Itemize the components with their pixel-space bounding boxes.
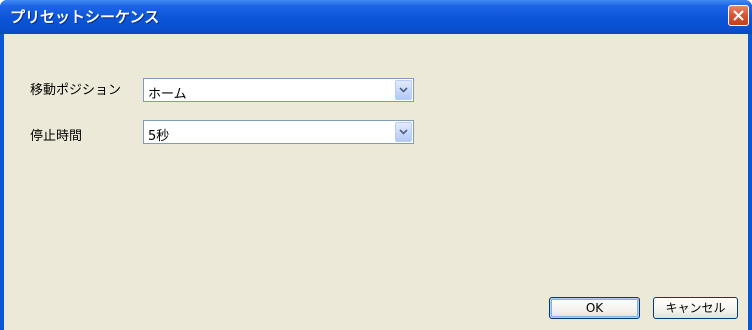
dwell-time-select[interactable]: 5秒 — [143, 120, 414, 144]
position-select-value: ホーム — [148, 87, 187, 102]
chevron-down-icon — [399, 129, 408, 135]
cancel-button[interactable]: キャンセル — [653, 297, 738, 319]
position-dropdown-button[interactable] — [395, 80, 412, 100]
dialog-body: 移動ポジション ホーム 停止時間 5秒 OK キャンセル — [4, 34, 748, 330]
dwell-time-dropdown-button[interactable] — [395, 122, 412, 142]
window-title: プリセットシーケンス — [10, 8, 160, 26]
chevron-down-icon — [399, 87, 408, 93]
dwell-time-label: 停止時間 — [30, 129, 83, 144]
dialog-window: プリセットシーケンス 移動ポジション ホーム 停止時間 5秒 OK キャンセル — [0, 0, 752, 330]
position-select[interactable]: ホーム — [143, 78, 414, 102]
title-bar[interactable]: プリセットシーケンス — [0, 0, 752, 34]
close-button[interactable] — [728, 5, 749, 26]
ok-button[interactable]: OK — [549, 297, 640, 319]
position-label: 移動ポジション — [30, 83, 122, 98]
close-icon — [733, 10, 744, 21]
dwell-time-select-value: 5秒 — [148, 129, 170, 144]
